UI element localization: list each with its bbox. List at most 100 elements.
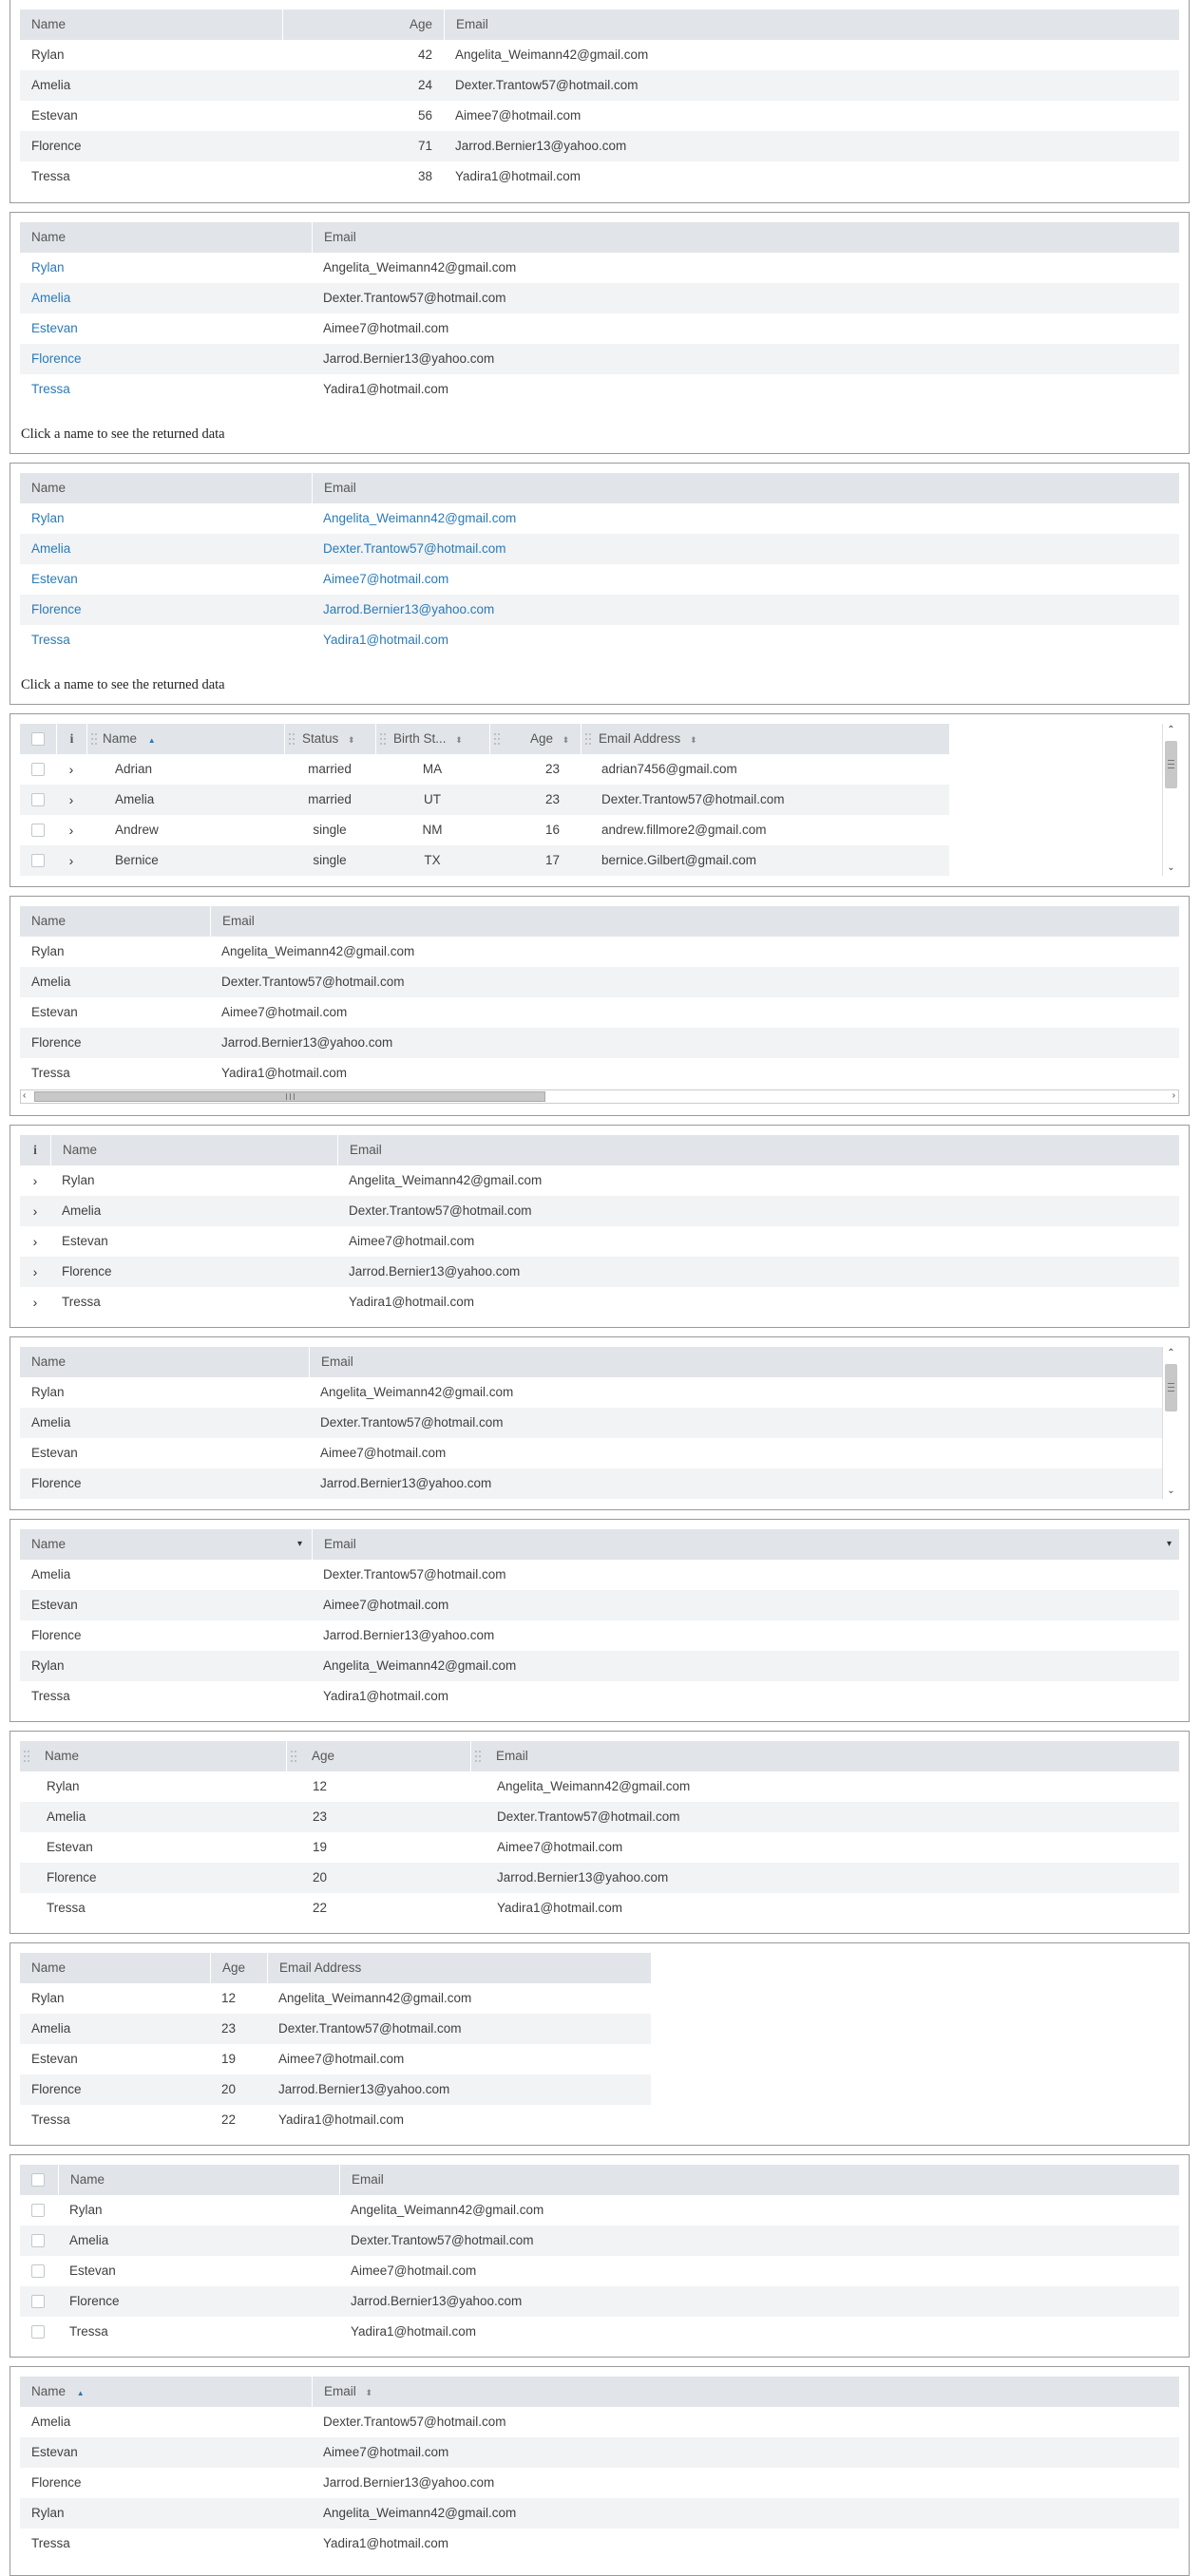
header-email-address[interactable]: Email Address	[267, 1953, 651, 1983]
row-checkbox[interactable]	[31, 854, 45, 867]
header-email-address[interactable]: Email Address ⬍	[581, 724, 949, 754]
select-all-checkbox[interactable]	[31, 2173, 45, 2187]
email-link[interactable]: Angelita_Weimann42@gmail.com	[312, 503, 1181, 534]
header-email[interactable]: Email	[470, 1741, 1181, 1771]
name-link[interactable]: Rylan	[20, 253, 312, 283]
row-checkbox[interactable]	[31, 2264, 45, 2278]
header-name[interactable]: Name	[20, 906, 210, 937]
sort-icon[interactable]: ⬍	[348, 735, 355, 745]
name-link[interactable]: Amelia	[20, 534, 312, 564]
header-age[interactable]: Age	[210, 1953, 267, 1983]
header-age[interactable]: Age	[286, 1741, 470, 1771]
scrollbar-thumb[interactable]	[34, 1091, 545, 1102]
row-checkbox[interactable]	[31, 763, 45, 776]
header-email[interactable]: Email	[444, 9, 1181, 40]
header-age[interactable]: Age ⬍	[489, 724, 581, 754]
header-name[interactable]: Name	[20, 9, 282, 40]
header-status[interactable]: Status ⬍	[284, 724, 375, 754]
name-link[interactable]: Florence	[20, 344, 312, 374]
row-checkbox[interactable]	[31, 2295, 45, 2308]
name-cell: Amelia	[47, 1809, 86, 1824]
table-header: Name Email	[20, 222, 1179, 253]
horizontal-scrollbar[interactable]: ‹ ›	[20, 1089, 1179, 1104]
age-cell: 19	[313, 1840, 328, 1854]
dropdown-icon[interactable]: ▾	[297, 1529, 302, 1560]
name-link[interactable]: Estevan	[20, 313, 312, 344]
row-checkbox[interactable]	[31, 2325, 45, 2339]
email-link[interactable]: Dexter.Trantow57@hotmail.com	[312, 534, 1181, 564]
scroll-up-icon[interactable]: ⌃	[1166, 1348, 1176, 1359]
dropdown-icon[interactable]: ▾	[1167, 1529, 1172, 1560]
scroll-down-icon[interactable]: ⌄	[1166, 862, 1176, 874]
header-name[interactable]: Name	[20, 1953, 210, 1983]
header-name[interactable]: Name	[20, 1347, 309, 1377]
header-birth-state[interactable]: Birth St... ⬍	[375, 724, 489, 754]
expand-row-icon[interactable]: ›	[20, 1226, 50, 1257]
expand-row-icon[interactable]: ›	[56, 815, 86, 845]
header-name[interactable]: Name ▲	[86, 724, 284, 754]
drag-handle-icon[interactable]	[291, 1750, 296, 1763]
drag-handle-icon[interactable]	[380, 732, 386, 746]
age-cell: 12	[221, 1991, 237, 2005]
name-link[interactable]: Tressa	[20, 374, 312, 405]
header-email[interactable]: Email	[337, 1135, 1181, 1165]
header-birth-state-label: Birth St...	[393, 731, 447, 746]
row-checkbox[interactable]	[31, 824, 45, 837]
drag-handle-icon[interactable]	[24, 1750, 29, 1763]
header-email[interactable]: Email	[312, 473, 1181, 503]
expand-row-icon[interactable]: ›	[20, 1287, 50, 1317]
header-name[interactable]: Name	[20, 473, 312, 503]
expand-row-icon[interactable]: ›	[20, 1165, 50, 1196]
email-link[interactable]: Jarrod.Bernier13@yahoo.com	[312, 595, 1181, 625]
scrollbar-thumb[interactable]	[1165, 1364, 1177, 1411]
name-link[interactable]: Tressa	[20, 625, 312, 655]
sort-ascending-icon[interactable]: ▲	[148, 736, 156, 745]
drag-handle-icon[interactable]	[475, 1750, 481, 1763]
drag-handle-icon[interactable]	[289, 732, 295, 746]
header-name[interactable]: Name	[58, 2165, 339, 2195]
scroll-left-icon[interactable]: ‹	[23, 1090, 26, 1102]
sort-icon[interactable]: ⬍	[455, 735, 463, 745]
name-link[interactable]: Estevan	[20, 564, 312, 595]
sort-icon[interactable]: ⬍	[562, 735, 570, 745]
email-link[interactable]: Aimee7@hotmail.com	[312, 564, 1181, 595]
header-email[interactable]: Email	[210, 906, 1181, 937]
drag-handle-icon[interactable]	[585, 732, 591, 746]
header-email[interactable]: Email	[312, 222, 1181, 253]
header-name[interactable]: Name ▲	[20, 2377, 312, 2407]
expand-row-icon[interactable]: ›	[56, 754, 86, 785]
row-checkbox[interactable]	[31, 2234, 45, 2247]
scroll-right-icon[interactable]: ›	[1172, 1090, 1175, 1102]
header-name[interactable]: Name	[50, 1135, 337, 1165]
header-email[interactable]: Email	[339, 2165, 1181, 2195]
email-link[interactable]: Yadira1@hotmail.com	[312, 625, 1181, 655]
email-cell: Dexter.Trantow57@hotmail.com	[278, 2021, 462, 2036]
name-link[interactable]: Rylan	[20, 503, 312, 534]
sort-icon[interactable]: ⬍	[690, 735, 697, 745]
sort-icon[interactable]: ⬍	[366, 2388, 373, 2397]
header-name[interactable]: Name	[20, 1741, 286, 1771]
name-link[interactable]: Florence	[20, 595, 312, 625]
scroll-down-icon[interactable]: ⌄	[1166, 1486, 1176, 1497]
sort-ascending-icon[interactable]: ▲	[77, 2389, 85, 2397]
header-name[interactable]: Name ▾	[20, 1529, 312, 1560]
header-email[interactable]: Email	[309, 1347, 1179, 1377]
drag-handle-icon[interactable]	[91, 732, 97, 746]
header-age[interactable]: Age	[282, 9, 444, 40]
expand-row-icon[interactable]: ›	[56, 785, 86, 815]
name-link[interactable]: Amelia	[20, 283, 312, 313]
vertical-scrollbar[interactable]: ⌃ ⌄	[1162, 1347, 1179, 1499]
expand-row-icon[interactable]: ›	[56, 845, 86, 876]
scroll-up-icon[interactable]: ⌃	[1166, 725, 1176, 736]
select-all-checkbox[interactable]	[31, 732, 45, 746]
expand-row-icon[interactable]: ›	[20, 1196, 50, 1226]
vertical-scrollbar[interactable]: ⌃ ⌄	[1162, 724, 1179, 876]
header-email[interactable]: Email ▾	[312, 1529, 1181, 1560]
header-name[interactable]: Name	[20, 222, 312, 253]
row-checkbox[interactable]	[31, 793, 45, 806]
drag-handle-icon[interactable]	[494, 732, 500, 746]
expand-row-icon[interactable]: ›	[20, 1257, 50, 1287]
header-email[interactable]: Email ⬍	[312, 2377, 1181, 2407]
scrollbar-thumb[interactable]	[1165, 741, 1177, 788]
row-checkbox[interactable]	[31, 2204, 45, 2217]
